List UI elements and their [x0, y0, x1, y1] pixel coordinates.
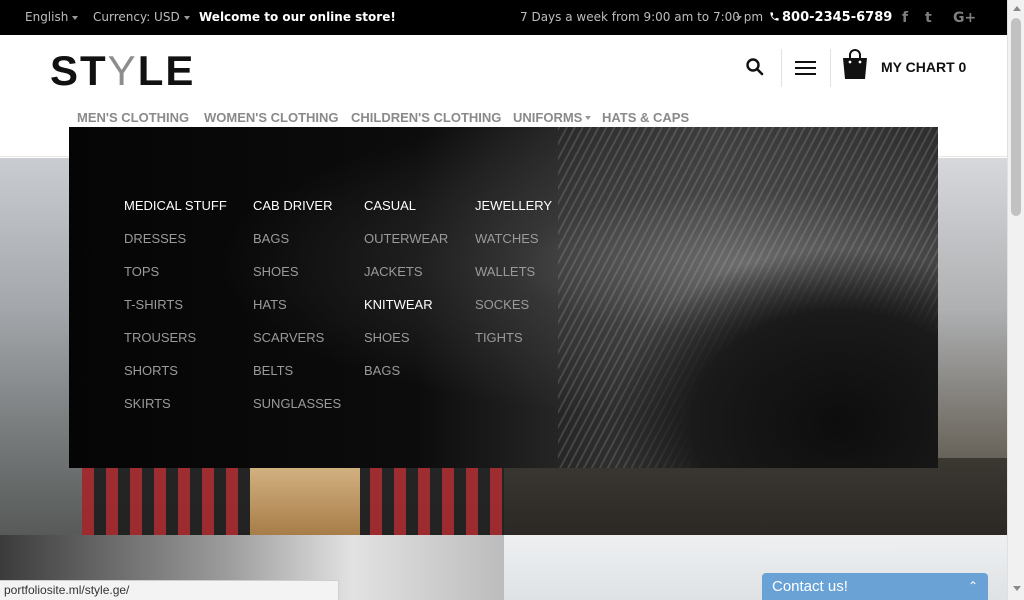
chevron-up-icon[interactable]: ⌃ [968, 573, 978, 600]
menu-item[interactable]: SOCKES [475, 296, 552, 329]
contact-us-widget[interactable]: Contact us! ⌃ [762, 573, 988, 600]
contact-us-label: Contact us! [772, 578, 848, 595]
nav-uniforms[interactable]: UNIFORMS [513, 110, 582, 125]
nav-hats-caps[interactable]: HATS & CAPS [602, 110, 689, 125]
scroll-up-arrow-icon[interactable] [1013, 6, 1021, 11]
hours-dropdown[interactable] [732, 0, 742, 35]
scroll-thumb[interactable] [1011, 18, 1021, 216]
scroll-down-arrow-icon[interactable] [1013, 586, 1021, 591]
menu-item[interactable]: WATCHES [475, 230, 552, 263]
menu-item[interactable]: OUTERWEAR [364, 230, 448, 263]
cart-button[interactable] [841, 48, 869, 84]
menu-item[interactable]: SKIRTS [124, 395, 227, 428]
nav-womens-clothing[interactable]: WOMEN'S CLOTHING [204, 110, 339, 125]
store-hours: 7 Days a week from 9:00 am to 7:00 pm [520, 10, 764, 24]
menu-column-cab-driver: CAB DRIVER BAGS SHOES HATS SCARVERS BELT… [253, 197, 341, 428]
menu-item[interactable]: SHORTS [124, 362, 227, 395]
mega-menu: MEDICAL STUFF DRESSES TOPS T-SHIRTS TROU… [69, 127, 938, 468]
hamburger-icon [795, 61, 816, 75]
twitter-icon[interactable]: t [925, 10, 932, 26]
menu-column-jewellery: JEWELLERY WATCHES WALLETS SOCKES TIGHTS [475, 197, 552, 362]
facebook-icon[interactable]: f [902, 10, 908, 26]
menu-button[interactable] [795, 60, 816, 80]
phone-number: 800-2345-6789 [782, 10, 893, 25]
menu-item[interactable]: SHOES [253, 263, 341, 296]
phone-icon [770, 12, 779, 21]
chevron-down-icon [72, 15, 79, 20]
chevron-down-icon [183, 15, 190, 20]
menu-item[interactable]: TIGHTS [475, 329, 552, 362]
site-logo[interactable]: STYLE [50, 47, 195, 95]
hero-image-dark [504, 458, 1007, 535]
menu-item[interactable]: TOPS [124, 263, 227, 296]
menu-item[interactable]: BAGS [253, 230, 341, 263]
logo-text-accent: Y [107, 47, 138, 94]
currency-label: Currency: USD [93, 10, 180, 24]
menu-item[interactable]: JACKETS [364, 263, 448, 296]
menu-heading[interactable]: CAB DRIVER [253, 197, 341, 230]
logo-text: ST [50, 47, 108, 94]
welcome-message: Welcome to our online store! [199, 10, 396, 24]
menu-heading[interactable]: CASUAL [364, 197, 448, 230]
menu-item[interactable]: SCARVERS [253, 329, 341, 362]
cart-label[interactable]: MY CHART 0 [881, 59, 966, 75]
googleplus-icon[interactable]: G+ [953, 10, 976, 26]
menu-item[interactable]: TROUSERS [124, 329, 227, 362]
menu-item[interactable]: BAGS [364, 362, 448, 395]
chevron-down-icon [585, 116, 591, 120]
header-divider [830, 49, 831, 87]
chevron-down-icon [736, 15, 742, 20]
nav-childrens-clothing[interactable]: CHILDREN'S CLOTHING [351, 110, 501, 125]
phone-link[interactable]: 800-2345-6789 [769, 0, 892, 35]
menu-item[interactable]: HATS [253, 296, 341, 329]
menu-heading[interactable]: JEWELLERY [475, 197, 552, 230]
language-label: English [25, 10, 69, 24]
menu-item[interactable]: SUNGLASSES [253, 395, 341, 428]
browser-status-url: portfoliosite.ml/style.ge/ [0, 580, 339, 600]
page-scrollbar[interactable] [1007, 0, 1024, 600]
menu-item-active[interactable]: KNITWEAR [364, 296, 448, 329]
language-selector[interactable]: English [25, 0, 79, 35]
menu-item[interactable]: DRESSES [124, 230, 227, 263]
currency-selector[interactable]: Currency: USD [93, 0, 190, 35]
menu-item[interactable]: WALLETS [475, 263, 552, 296]
search-button[interactable] [745, 57, 765, 81]
menu-item[interactable]: T-SHIRTS [124, 296, 227, 329]
menu-heading[interactable]: MEDICAL STUFF [124, 197, 227, 230]
shopping-bag-icon [843, 49, 867, 79]
hero-image-hair [250, 458, 360, 535]
menu-item[interactable]: SHOES [364, 329, 448, 362]
menu-item[interactable]: BELTS [253, 362, 341, 395]
menu-background-figure [608, 247, 938, 468]
menu-column-casual: CASUAL OUTERWEAR JACKETS KNITWEAR SHOES … [364, 197, 448, 395]
header-divider [781, 49, 782, 87]
menu-column-medical: MEDICAL STUFF DRESSES TOPS T-SHIRTS TROU… [124, 197, 227, 428]
search-icon [746, 58, 764, 76]
nav-mens-clothing[interactable]: MEN'S CLOTHING [77, 110, 189, 125]
logo-text: LE [137, 47, 196, 94]
top-bar: English Currency: USD Welcome to our onl… [0, 0, 1007, 35]
